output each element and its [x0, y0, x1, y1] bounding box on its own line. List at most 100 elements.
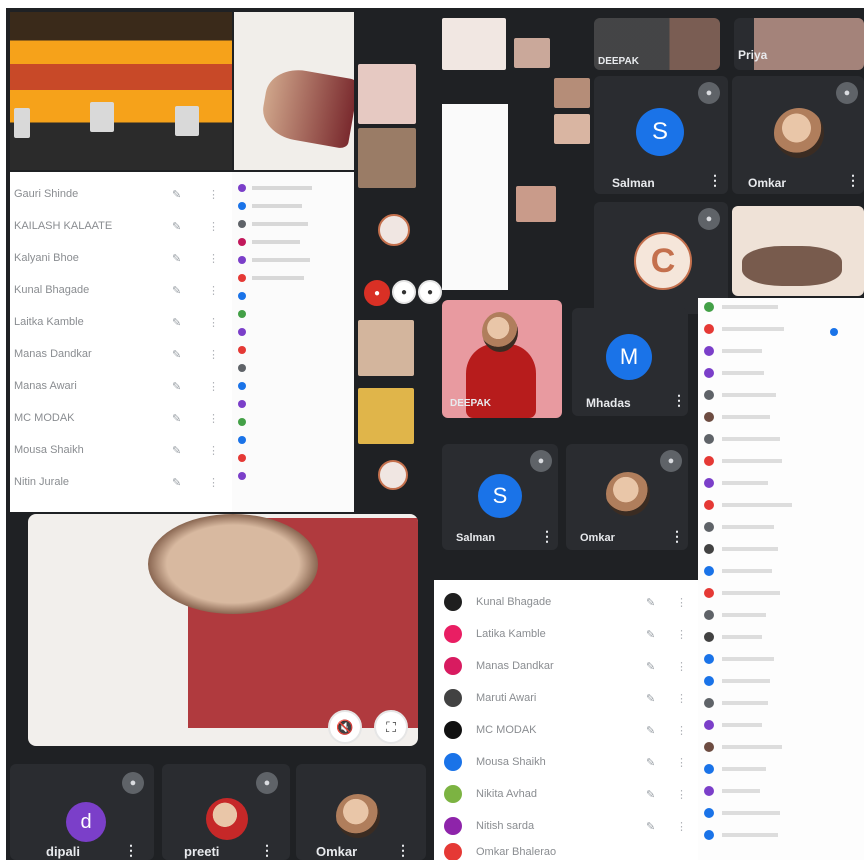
more-options-icon[interactable]: ⋮	[676, 756, 687, 769]
participants-panel-left: Gauri Shinde ✎ ⋮ KAILASH KALAATE ✎ ⋮ Kalyani…	[10, 172, 232, 512]
video-thumbnail[interactable]	[358, 320, 414, 376]
mic-muted-icon: ●	[256, 772, 278, 794]
video-thumbnail[interactable]	[358, 64, 416, 124]
participant-name: Omkar	[580, 532, 615, 544]
participant-name: Mousa Shaikh	[476, 756, 546, 768]
participant-name: Kalyani Bhoe	[14, 252, 79, 264]
participant-row[interactable]: Manas Dandkar ✎ ⋮	[10, 348, 232, 361]
participant-row[interactable]: Latika Kamble ✎ ⋮	[434, 620, 704, 648]
fullscreen-button[interactable]: ⛶	[374, 710, 408, 744]
participant-row[interactable]: Laitka Kamble ✎ ⋮	[10, 316, 232, 329]
participant-row[interactable]: Mousa Shaikh ✎ ⋮	[10, 444, 232, 457]
mic-icon: ✎	[646, 756, 656, 769]
participant-row[interactable]: Mousa Shaikh ✎ ⋮	[434, 748, 704, 776]
mute-participant-button[interactable]: 🔇	[328, 710, 362, 744]
video-tile-dipali[interactable]: ● d dipali ⋮	[10, 764, 154, 860]
more-options-icon[interactable]: ⋮	[670, 528, 684, 545]
more-options-icon[interactable]: ⋮	[676, 692, 687, 705]
video-tile-participant[interactable]	[732, 206, 864, 296]
participant-name: DEEPAK	[450, 398, 491, 409]
participant-row[interactable]: Manas Dandkar ✎ ⋮	[434, 652, 704, 680]
more-options-icon[interactable]: ⋮	[708, 172, 722, 189]
more-options-icon[interactable]: ⋮	[846, 172, 860, 189]
camera-toggle-button[interactable]: ●	[418, 280, 442, 304]
participant-row[interactable]: Maruti Awari ✎ ⋮	[434, 684, 704, 712]
video-tile-main-speaker[interactable]: 🔇 ⛶	[28, 514, 418, 746]
participant-row[interactable]: Kalyani Bhoe ✎ ⋮	[10, 252, 232, 265]
avatar	[444, 721, 462, 739]
more-options-icon[interactable]: ⋮	[260, 842, 274, 859]
more-options-icon[interactable]: ⋮	[208, 188, 219, 201]
video-thumbnail[interactable]	[554, 78, 590, 108]
more-options-icon[interactable]: ⋮	[208, 284, 219, 297]
mic-muted-icon: ●	[122, 772, 144, 794]
banner-speaker-photo	[175, 106, 199, 136]
video-tile-participant[interactable]	[234, 12, 354, 170]
participant-row[interactable]: Manas Awari ✎ ⋮	[10, 380, 232, 393]
more-options-icon[interactable]: ⋮	[676, 724, 687, 737]
more-options-icon[interactable]: ⋮	[208, 252, 219, 265]
video-tile-salman[interactable]: ● S Salman ⋮	[442, 444, 558, 550]
more-options-icon[interactable]: ⋮	[208, 444, 219, 457]
more-options-icon[interactable]: ⋮	[676, 788, 687, 801]
video-tile-preeti[interactable]: ● preeti ⋮	[162, 764, 290, 860]
participant-row[interactable]: Kunal Bhagade ✎ ⋮	[10, 284, 232, 297]
mic-icon: ✎	[646, 660, 656, 673]
video-tile-omkar[interactable]: Omkar ⋮	[296, 764, 426, 860]
more-options-icon[interactable]: ⋮	[540, 528, 554, 545]
mic-toggle-button[interactable]: ●	[392, 280, 416, 304]
participant-row[interactable]: Nitish sarda ✎ ⋮	[434, 812, 704, 840]
participant-name: Nitin Jurale	[14, 476, 70, 488]
participant-row[interactable]: Nikita Avhad ✎ ⋮	[434, 780, 704, 808]
video-tile-priya[interactable]: Priya	[734, 18, 864, 70]
participant-row[interactable]: KAILASH KALAATE ✎ ⋮	[10, 220, 232, 233]
more-options-icon[interactable]: ⋮	[124, 842, 138, 859]
participant-name: KAILASH KALAATE	[14, 220, 113, 232]
more-options-icon[interactable]: ⋮	[208, 348, 219, 361]
more-options-icon[interactable]: ⋮	[208, 476, 219, 489]
video-thumbnail[interactable]	[358, 388, 414, 444]
participants-panel-bottom: Kunal Bhagade ✎ ⋮ Latika Kamble ✎ ⋮ Manas Da…	[434, 580, 704, 860]
participant-row[interactable]: MC MODAK ✎ ⋮	[10, 412, 232, 425]
more-options-icon[interactable]: ⋮	[208, 220, 219, 233]
more-options-icon[interactable]: ⋮	[676, 596, 687, 609]
participant-name: Salman	[612, 176, 655, 190]
avatar	[444, 753, 462, 771]
video-thumbnail[interactable]	[554, 114, 590, 144]
participant-row[interactable]: Kunal Bhagade ✎ ⋮	[434, 588, 704, 616]
more-options-icon[interactable]: ⋮	[208, 412, 219, 425]
video-tile-salman[interactable]: ● S Salman ⋮	[594, 76, 728, 194]
more-options-icon[interactable]: ⋮	[676, 820, 687, 833]
video-tile-deepak[interactable]: DEEPAK	[594, 18, 720, 70]
participant-row[interactable]: Nitin Jurale ✎ ⋮	[10, 476, 232, 489]
mic-muted-icon: ●	[698, 82, 720, 104]
participant-name: Mhadas	[586, 396, 631, 410]
more-options-icon[interactable]: ⋮	[208, 316, 219, 329]
more-options-icon[interactable]: ⋮	[208, 380, 219, 393]
mic-icon: ✎	[646, 628, 656, 641]
participant-row[interactable]: MC MODAK ✎ ⋮	[434, 716, 704, 744]
mic-icon: ✎	[646, 596, 656, 609]
mic-muted-icon: ●	[836, 82, 858, 104]
avatar: C	[634, 232, 692, 290]
mic-muted-icon: ●	[660, 450, 682, 472]
video-thumbnail[interactable]	[514, 38, 550, 68]
video-thumbnail[interactable]	[358, 128, 416, 188]
video-thumbnail[interactable]	[516, 186, 556, 222]
video-tile-mhadas[interactable]: M Mhadas ⋮	[572, 308, 688, 416]
participant-video-figure	[742, 246, 842, 286]
participant-row[interactable]: Gauri Shinde ✎ ⋮	[10, 188, 232, 201]
more-options-icon[interactable]: ⋮	[676, 660, 687, 673]
participant-row[interactable]: Omkar Bhalerao	[434, 842, 704, 860]
video-thumbnail[interactable]	[442, 18, 506, 70]
more-options-icon[interactable]: ⋮	[672, 392, 686, 409]
end-call-button[interactable]: ●	[364, 280, 390, 306]
more-options-icon[interactable]: ⋮	[396, 842, 410, 859]
video-tile-omkar[interactable]: ● Omkar ⋮	[732, 76, 864, 194]
more-options-icon[interactable]: ⋮	[676, 628, 687, 641]
banner-red-stripe	[10, 64, 232, 90]
video-tile-omkar[interactable]: ● Omkar ⋮	[566, 444, 688, 550]
mic-icon: ✎	[646, 788, 656, 801]
video-tile-deepak[interactable]: DEEPAK	[442, 300, 562, 418]
mic-icon: ✎	[172, 284, 182, 297]
